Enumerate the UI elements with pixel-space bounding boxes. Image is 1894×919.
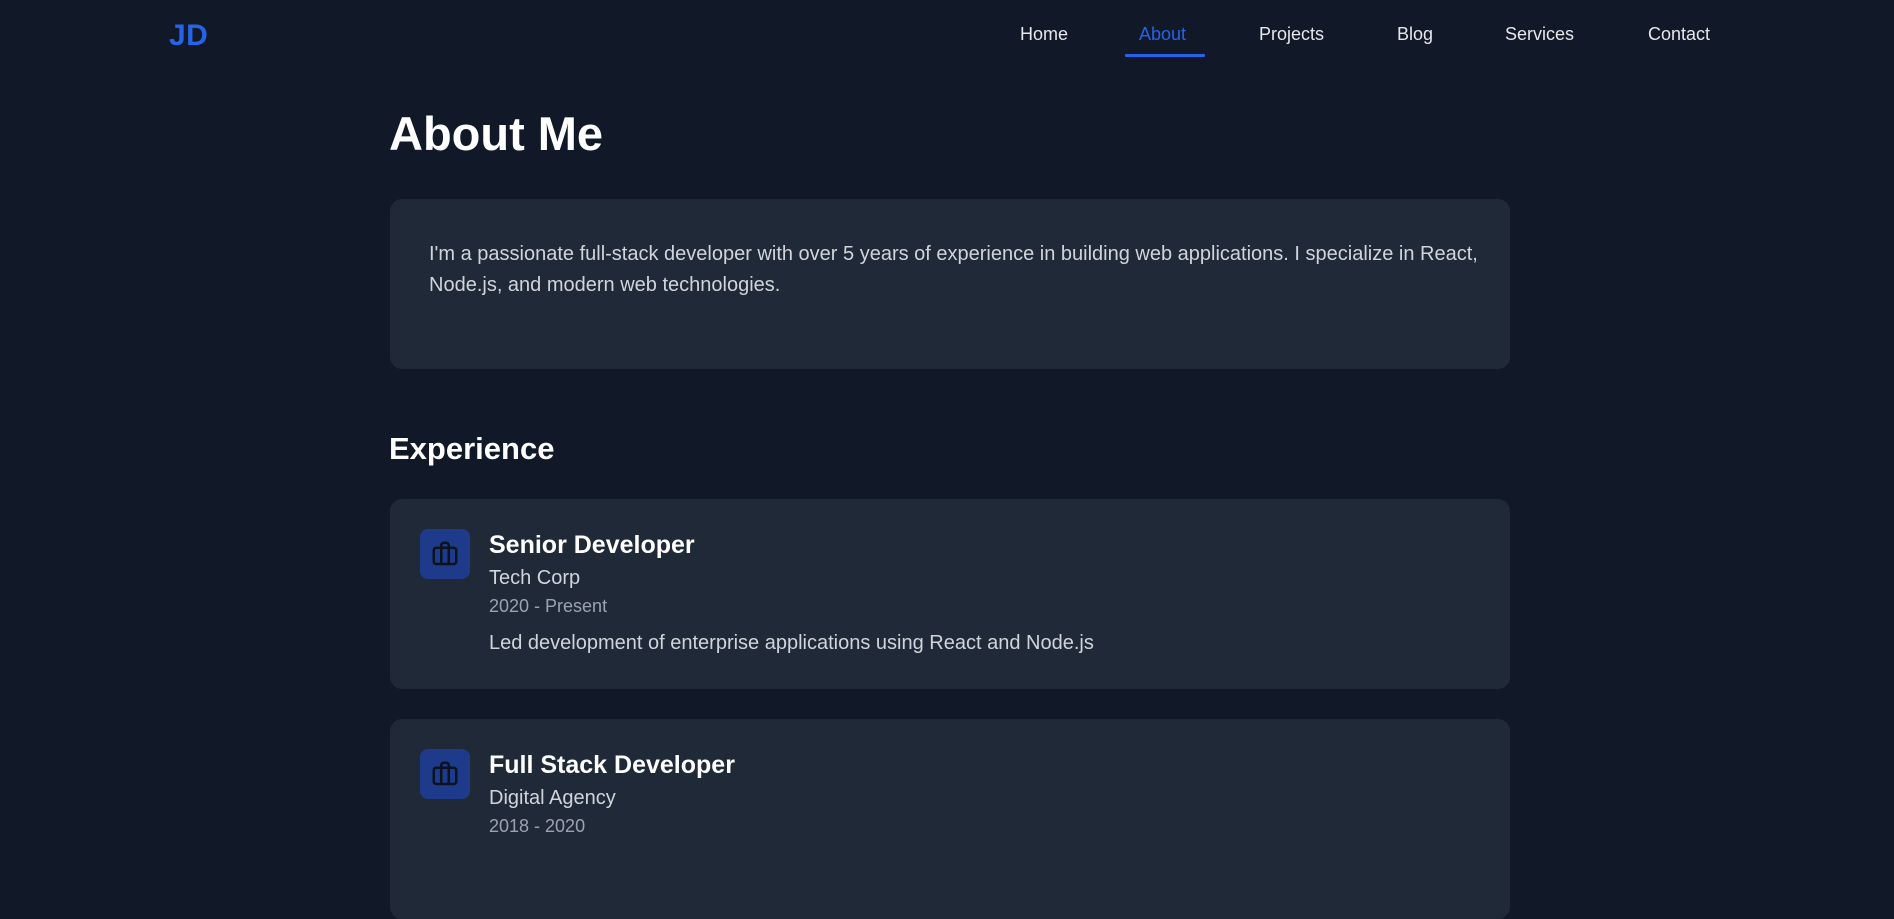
active-nav-indicator — [1125, 54, 1205, 57]
job-description: Led development of enterprise applicatio… — [489, 632, 1094, 654]
job-period: 2018 - 2020 — [489, 816, 586, 836]
experience-heading: Experience — [389, 431, 555, 466]
briefcase-icon — [420, 749, 470, 799]
job-title: Full Stack Developer — [489, 751, 735, 779]
nav-contact[interactable]: Contact — [1648, 24, 1710, 45]
experience-card: Senior Developer Tech Corp 2020 - Presen… — [390, 499, 1510, 689]
job-period: 2020 - Present — [489, 596, 608, 616]
experience-card: Full Stack Developer Digital Agency 2018… — [390, 719, 1510, 919]
page-title: About Me — [389, 107, 604, 160]
nav-blog[interactable]: Blog — [1397, 24, 1433, 45]
nav-projects[interactable]: Projects — [1259, 24, 1324, 45]
site-header: JD Home About Projects Blog Services Con… — [0, 0, 1894, 72]
nav-home[interactable]: Home — [1020, 24, 1068, 45]
nav-about[interactable]: About — [1139, 24, 1186, 45]
main-nav: Home About Projects Blog Services Contac… — [0, 0, 1894, 72]
company-name: Digital Agency — [489, 787, 616, 809]
intro-card: I'm a passionate full-stack developer wi… — [390, 199, 1510, 369]
intro-text: I'm a passionate full-stack developer wi… — [429, 243, 1478, 296]
nav-services[interactable]: Services — [1505, 24, 1574, 45]
company-name: Tech Corp — [489, 567, 581, 589]
job-title: Senior Developer — [489, 531, 695, 559]
briefcase-icon — [420, 529, 470, 579]
